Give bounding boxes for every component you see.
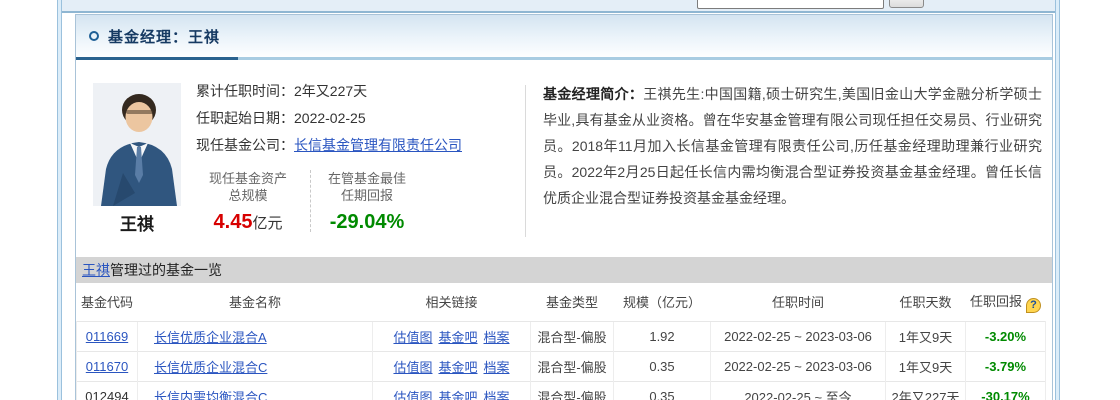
fund-scale-cell: 0.35 — [614, 381, 711, 400]
page-left-border — [57, 0, 62, 400]
column-header-2: 相关链接 — [373, 283, 531, 321]
help-question-icon[interactable]: ? — [1026, 298, 1041, 313]
tenure-days-cell: 2年又227天 — [886, 381, 966, 400]
vertical-divider — [525, 85, 526, 237]
related-link[interactable]: 档案 — [484, 360, 510, 375]
info-label: 任职起始日期： — [196, 110, 294, 126]
portrait-illustration — [93, 83, 181, 206]
table-row: 011670长信优质企业混合C估值图基金吧档案混合型-偏股0.352022-02… — [77, 351, 1046, 381]
tenure-return-cell: -30.17% — [966, 381, 1046, 400]
stat-value: -29.04% — [311, 211, 423, 234]
fund-name-cell: 长信优质企业混合A — [138, 321, 373, 351]
fund-name-cell: 长信优质企业混合C — [138, 351, 373, 381]
stat-number: 4.45 — [214, 211, 253, 233]
column-header-5: 任职时间 — [711, 283, 886, 321]
related-links-cell: 估值图基金吧档案 — [373, 351, 531, 381]
fund-list-title-bar: 王祺管理过的基金一览 — [76, 257, 1052, 283]
fund-table-header-row: 基金代码基金名称相关链接基金类型规模（亿元）任职时间任职天数任职回报? — [77, 283, 1046, 321]
related-link[interactable]: 估值图 — [393, 390, 432, 400]
circle-bullet-icon — [89, 31, 99, 41]
table-row: 012494长信内需均衡混合C估值图基金吧档案混合型-偏股0.352022-02… — [77, 381, 1046, 400]
fund-code-link[interactable]: 011670 — [86, 359, 128, 374]
fund-name-link[interactable]: 长信优质企业混合A — [154, 330, 267, 345]
fund-table-body: 011669长信优质企业混合A估值图基金吧档案混合型-偏股1.922022-02… — [77, 321, 1046, 400]
info-label: 现任基金公司： — [196, 137, 294, 153]
fund-code-cell: 011670 — [77, 351, 138, 381]
fund-name-link[interactable]: 长信内需均衡混合C — [154, 390, 267, 400]
fund-name-cell: 长信内需均衡混合C — [138, 381, 373, 400]
page-right-border — [1055, 0, 1060, 400]
fund-scale-cell: 0.35 — [614, 351, 711, 381]
manager-summary: 王祺 累计任职时间：2年又227天任职起始日期：2022-02-25现任基金公司… — [76, 60, 1052, 257]
page-title: 基金经理：王祺 — [108, 26, 220, 47]
related-link[interactable]: 估值图 — [393, 330, 432, 345]
info-value: 2年又227天 — [294, 83, 367, 99]
fund-list-title: 管理过的基金一览 — [110, 262, 222, 278]
related-link[interactable]: 档案 — [484, 390, 510, 400]
info-value: 2022-02-25 — [294, 110, 366, 126]
fund-name-link[interactable]: 长信优质企业混合C — [154, 360, 267, 375]
related-links-cell: 估值图基金吧档案 — [373, 381, 531, 400]
related-links-cell: 估值图基金吧档案 — [373, 321, 531, 351]
info-label: 累计任职时间： — [196, 83, 294, 99]
tenure-period-cell: 2022-02-25 ~ 2023-03-06 — [711, 321, 886, 351]
related-link[interactable]: 估值图 — [393, 360, 432, 375]
fund-type-cell: 混合型-偏股 — [531, 381, 614, 400]
related-link[interactable]: 基金吧 — [438, 330, 477, 345]
manager-stats: 现任基金资产总规模 4.45亿元 在管基金最佳任期回报 -29.04% — [186, 168, 423, 234]
search-input[interactable] — [697, 0, 884, 9]
column-header-6: 任职天数 — [886, 283, 966, 321]
column-header-3: 基金类型 — [531, 283, 614, 321]
manager-info-list: 累计任职时间：2年又227天任职起始日期：2022-02-25现任基金公司：长信… — [196, 78, 462, 159]
stat-label: 现任基金资产 — [186, 170, 310, 187]
related-link[interactable]: 档案 — [484, 330, 510, 345]
column-header-7: 任职回报? — [966, 283, 1046, 321]
bio-text: 王祺先生:中国国籍,硕士研究生,美国旧金山大学金融分析学硕士毕业,具有基金从业资… — [543, 86, 1042, 206]
column-header-4: 规模（亿元） — [614, 283, 711, 321]
fund-scale-cell: 1.92 — [614, 321, 711, 351]
search-button[interactable] — [889, 0, 924, 8]
manager-panel: 基金经理：王祺 王祺 累计任职时间：2年又227天任职起始日期：2022-02 — [75, 14, 1053, 400]
tenure-return-cell: -3.20% — [966, 321, 1046, 351]
tenure-days-cell: 1年又9天 — [886, 321, 966, 351]
stat-label: 在管基金最佳 — [311, 170, 423, 187]
column-header-1: 基金名称 — [138, 283, 373, 321]
stat-block: 现任基金资产总规模 4.45亿元 — [186, 168, 310, 234]
fund-code-link[interactable]: 011669 — [86, 329, 128, 344]
fund-code-cell: 011669 — [77, 321, 138, 351]
fund-type-cell: 混合型-偏股 — [531, 351, 614, 381]
tenure-days-cell: 1年又9天 — [886, 351, 966, 381]
fund-table: 基金代码基金名称相关链接基金类型规模（亿元）任职时间任职天数任职回报? 0116… — [76, 283, 1046, 400]
bio-label: 基金经理简介： — [543, 86, 643, 102]
fund-code-cell: 012494 — [77, 381, 138, 400]
fund-type-cell: 混合型-偏股 — [531, 321, 614, 351]
manager-info-line: 累计任职时间：2年又227天 — [196, 78, 462, 105]
panel-header: 基金经理：王祺 — [76, 15, 1052, 57]
tenure-return-cell: -3.79% — [966, 351, 1046, 381]
fund-code: 012494 — [85, 389, 128, 400]
related-link[interactable]: 基金吧 — [438, 390, 477, 400]
related-link[interactable]: 基金吧 — [438, 360, 477, 375]
stat-number: -29.04% — [330, 211, 405, 233]
fund-company-link[interactable]: 长信基金管理有限责任公司 — [294, 137, 462, 153]
page: 基金经理：王祺 王祺 累计任职时间：2年又227天任职起始日期：2022-02 — [0, 0, 1120, 400]
manager-photo — [93, 83, 181, 206]
table-row: 011669长信优质企业混合A估值图基金吧档案混合型-偏股1.922022-02… — [77, 321, 1046, 351]
tenure-period-cell: 2022-02-25 ~ 2023-03-06 — [711, 351, 886, 381]
manager-name: 王祺 — [93, 210, 181, 235]
stat-block: 在管基金最佳任期回报 -29.04% — [311, 168, 423, 234]
stat-unit: 亿元 — [252, 215, 282, 232]
manager-info-line: 任职起始日期：2022-02-25 — [196, 105, 462, 132]
stat-value: 4.45亿元 — [186, 211, 310, 234]
tenure-period-cell: 2022-02-25 ~ 至今 — [711, 381, 886, 400]
manager-bio: 基金经理简介：王祺先生:中国国籍,硕士研究生,美国旧金山大学金融分析学硕士毕业,… — [543, 81, 1042, 211]
stat-label: 任期回报 — [311, 187, 423, 204]
column-header-0: 基金代码 — [77, 283, 138, 321]
manager-name-link[interactable]: 王祺 — [82, 262, 110, 278]
stat-label: 总规模 — [186, 187, 310, 204]
manager-info-line: 现任基金公司：长信基金管理有限责任公司 — [196, 132, 462, 159]
